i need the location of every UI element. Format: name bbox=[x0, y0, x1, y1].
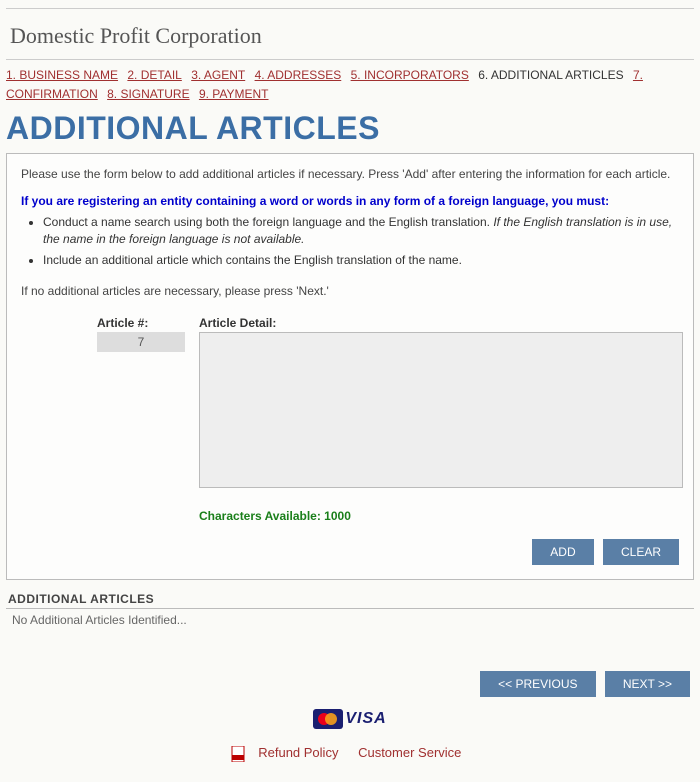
add-button[interactable]: ADD bbox=[532, 539, 593, 565]
list-item: Include an additional article which cont… bbox=[43, 252, 679, 269]
step-link[interactable]: 9. PAYMENT bbox=[199, 87, 269, 101]
title-divider bbox=[6, 59, 694, 60]
wizard-steps: 1. BUSINESS NAME 2. DETAIL 3. AGENT 4. A… bbox=[6, 66, 694, 104]
requirements-list: Conduct a name search using both the for… bbox=[43, 214, 679, 268]
form-panel: Please use the form below to add additio… bbox=[6, 153, 694, 580]
list-item: Conduct a name search using both the for… bbox=[43, 214, 679, 248]
step-link[interactable]: 8. SIGNATURE bbox=[107, 87, 189, 101]
nav-button-row: << PREVIOUS NEXT >> bbox=[0, 671, 690, 697]
top-divider bbox=[6, 8, 694, 9]
page-title: Domestic Profit Corporation bbox=[10, 23, 690, 49]
step-current: 6. ADDITIONAL ARTICLES bbox=[478, 68, 623, 82]
visa-icon: VISA bbox=[345, 710, 386, 728]
refund-policy-link[interactable]: Refund Policy bbox=[258, 745, 338, 760]
foreign-language-notice: If you are registering an entity contain… bbox=[21, 193, 679, 210]
characters-available: Characters Available: 1000 bbox=[199, 509, 683, 523]
chars-value: 1000 bbox=[324, 509, 351, 523]
no-articles-note: If no additional articles are necessary,… bbox=[21, 284, 679, 298]
article-number-input bbox=[97, 332, 185, 352]
section-heading: ADDITIONAL ARTICLES bbox=[6, 110, 694, 147]
article-detail-label: Article Detail: bbox=[199, 316, 683, 330]
step-link[interactable]: 2. DETAIL bbox=[127, 68, 181, 82]
article-detail-textarea[interactable] bbox=[199, 332, 683, 488]
next-button[interactable]: NEXT >> bbox=[605, 671, 690, 697]
step-link[interactable]: 3. AGENT bbox=[191, 68, 245, 82]
payment-brands: VISA bbox=[0, 709, 700, 729]
step-link[interactable]: 5. INCORPORATORS bbox=[351, 68, 469, 82]
bullet-text: Conduct a name search using both the for… bbox=[43, 215, 493, 229]
chars-label: Characters Available: bbox=[199, 509, 324, 523]
form-button-row: ADD CLEAR bbox=[21, 539, 679, 565]
clear-button[interactable]: CLEAR bbox=[603, 539, 679, 565]
article-number-label: Article #: bbox=[97, 316, 185, 330]
articles-list-heading: ADDITIONAL ARTICLES bbox=[8, 592, 692, 606]
step-link[interactable]: 4. ADDRESSES bbox=[255, 68, 342, 82]
article-form-row: Article #: Article Detail: Characters Av… bbox=[21, 316, 679, 523]
intro-text: Please use the form below to add additio… bbox=[21, 166, 679, 183]
mastercard-icon bbox=[313, 709, 343, 729]
step-link[interactable]: 1. BUSINESS NAME bbox=[6, 68, 118, 82]
customer-service-link[interactable]: Customer Service bbox=[358, 745, 461, 760]
articles-empty-message: No Additional Articles Identified... bbox=[12, 613, 688, 627]
list-divider bbox=[6, 608, 694, 609]
previous-button[interactable]: << PREVIOUS bbox=[480, 671, 595, 697]
